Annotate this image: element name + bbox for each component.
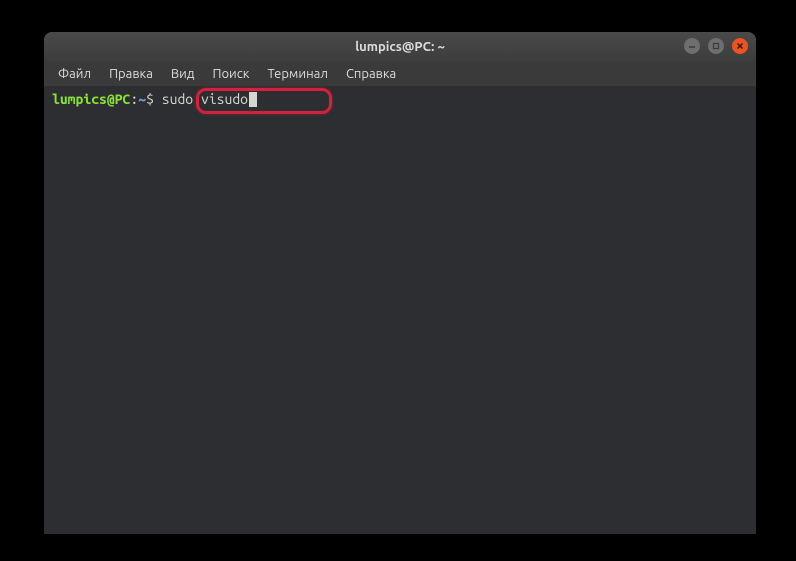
terminal-body[interactable]: lumpics@PC:~$ sudo visudo [44,86,756,534]
menu-search[interactable]: Поиск [204,65,257,83]
command-input[interactable]: sudo visudo [154,90,248,108]
menu-file[interactable]: Файл [50,65,99,83]
terminal-window: lumpics@PC: ~ Файл Правка Вид Поиск Терм… [44,32,756,534]
maximize-button[interactable] [708,38,724,54]
close-button[interactable] [732,38,748,54]
cursor-icon [249,92,257,107]
menu-view[interactable]: Вид [163,65,203,83]
prompt-separator: : [130,90,138,108]
menu-edit[interactable]: Правка [101,65,161,83]
prompt-line: lumpics@PC:~$ sudo visudo [52,90,748,108]
prompt-user: lumpics@PC [52,90,130,108]
titlebar[interactable]: lumpics@PC: ~ [44,32,756,62]
minimize-button[interactable] [684,38,700,54]
menubar: Файл Правка Вид Поиск Терминал Справка [44,62,756,86]
prompt-symbol: $ [146,90,154,108]
prompt-path: ~ [138,90,146,108]
window-title: lumpics@PC: ~ [355,40,445,54]
menu-terminal[interactable]: Терминал [259,65,335,83]
window-controls [684,38,748,54]
menu-help[interactable]: Справка [338,65,404,83]
